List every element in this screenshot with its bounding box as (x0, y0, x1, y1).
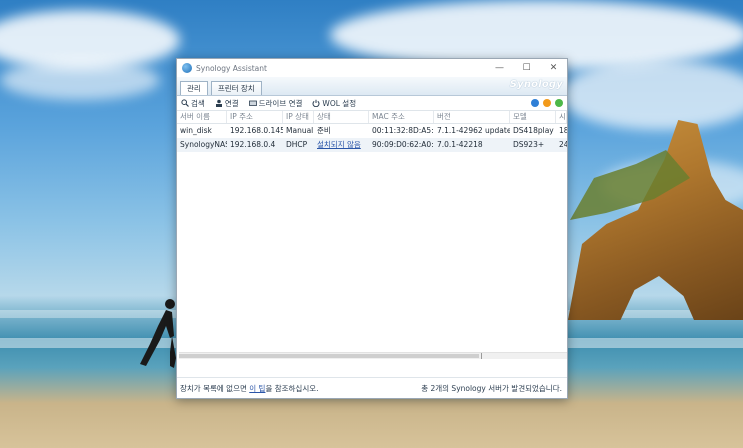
cell-mac-address: 90:09:D0:62:A0:0E (372, 140, 434, 149)
cell-model: DS923+ (513, 140, 545, 149)
table-row[interactable]: SynologyNAS 192.168.0.4 DHCP 설치되지 않음 90:… (177, 138, 567, 152)
synology-assistant-window: Synology Assistant — ☐ ✕ 관리 프린터 장치 Synol… (176, 58, 568, 399)
runner-silhouette (140, 299, 176, 368)
synology-app-icon (182, 63, 192, 73)
tab-printer-devices[interactable]: 프린터 장치 (210, 81, 262, 95)
cell-truncated: 244 (559, 140, 567, 149)
server-count-status: 총 2개의 Synology 서버가 발견되었습니다. (421, 383, 562, 393)
connect-label: 연결 (224, 98, 239, 108)
cell-server-name: SynologyNAS (180, 140, 227, 149)
status-bar: 장치가 목록에 없으면 이 팁을 참조하십시오. 총 2개의 Synology … (177, 377, 567, 398)
toolbar: 검색 연결 드라이브 연결 WOL 설정 (177, 96, 567, 111)
cell-ip-status: DHCP (286, 140, 308, 149)
search-icon (181, 99, 189, 107)
column-header-ip-address[interactable]: IP 주소 (227, 111, 283, 123)
column-header-truncated[interactable]: 시 (556, 111, 567, 123)
help-icon[interactable] (531, 99, 539, 107)
server-list: win_disk 192.168.0.145 Manual 준비 00:11:3… (177, 124, 567, 352)
horizontal-scrollbar[interactable] (179, 352, 567, 359)
cell-ip-address: 192.168.0.145 (230, 126, 283, 135)
cloud (0, 60, 160, 100)
window-title: Synology Assistant (196, 63, 267, 73)
table-row[interactable]: win_disk 192.168.0.145 Manual 준비 00:11:3… (177, 124, 567, 138)
map-drive-label: 드라이브 연결 (258, 98, 303, 108)
wol-settings-label: WOL 설정 (322, 98, 357, 108)
cell-mac-address: 00:11:32:8D:A5:60 (372, 126, 434, 135)
tab-manage[interactable]: 관리 (180, 81, 208, 95)
maximize-button[interactable]: ☐ (513, 63, 540, 73)
wol-settings-button[interactable]: WOL 설정 (312, 98, 356, 109)
cell-ip-status: Manual (286, 126, 314, 135)
cell-server-name: win_disk (180, 126, 212, 135)
column-header-mac-address[interactable]: MAC 주소 (369, 111, 434, 123)
tab-bar: 관리 프린터 장치 Synology (177, 77, 567, 96)
status-hint: 장치가 목록에 없으면 이 팁을 참조하십시오. (180, 383, 421, 394)
status-hint-prefix: 장치가 목록에 없으면 (180, 383, 250, 393)
title-bar[interactable]: Synology Assistant — ☐ ✕ (177, 59, 567, 77)
drive-icon (248, 100, 257, 106)
cell-status: 준비 (317, 126, 331, 135)
column-header-model[interactable]: 모델 (510, 111, 556, 123)
search-label: 검색 (191, 98, 205, 108)
tip-link[interactable]: 이 팁 (249, 384, 265, 393)
sea-arch-rock (568, 120, 743, 320)
column-header-ip-status[interactable]: IP 상태 (283, 111, 314, 123)
status-hint-suffix: 을 참조하십시오. (265, 383, 319, 393)
cell-status-link[interactable]: 설치되지 않음 (314, 138, 369, 152)
update-icon[interactable] (555, 99, 563, 107)
cell-ip-address: 192.168.0.4 (230, 140, 276, 149)
connect-icon (215, 99, 222, 107)
minimize-button[interactable]: — (486, 63, 513, 73)
table-header: 서버 이름 IP 주소 IP 상태 상태 MAC 주소 버전 모델 시 (177, 111, 567, 124)
cell-model: DS418play (513, 126, 554, 135)
settings-icon[interactable] (543, 99, 551, 107)
column-header-status[interactable]: 상태 (314, 111, 369, 123)
cloud (560, 60, 743, 130)
scrollbar-thumb[interactable] (179, 354, 479, 358)
cell-truncated: 184 (559, 126, 567, 135)
column-header-server-name[interactable]: 서버 이름 (177, 111, 227, 123)
cell-version: 7.0.1-42218 (437, 140, 483, 149)
close-button[interactable]: ✕ (540, 63, 567, 73)
cell-version: 7.1.1-42962 update 6 (437, 126, 510, 135)
power-icon (312, 99, 320, 107)
scrollbar-end-marker (481, 353, 482, 359)
connect-button[interactable]: 연결 (215, 98, 239, 109)
synology-logo: Synology (509, 79, 563, 90)
search-button[interactable]: 검색 (181, 98, 205, 109)
map-drive-button[interactable]: 드라이브 연결 (248, 98, 303, 109)
column-header-version[interactable]: 버전 (434, 111, 510, 123)
